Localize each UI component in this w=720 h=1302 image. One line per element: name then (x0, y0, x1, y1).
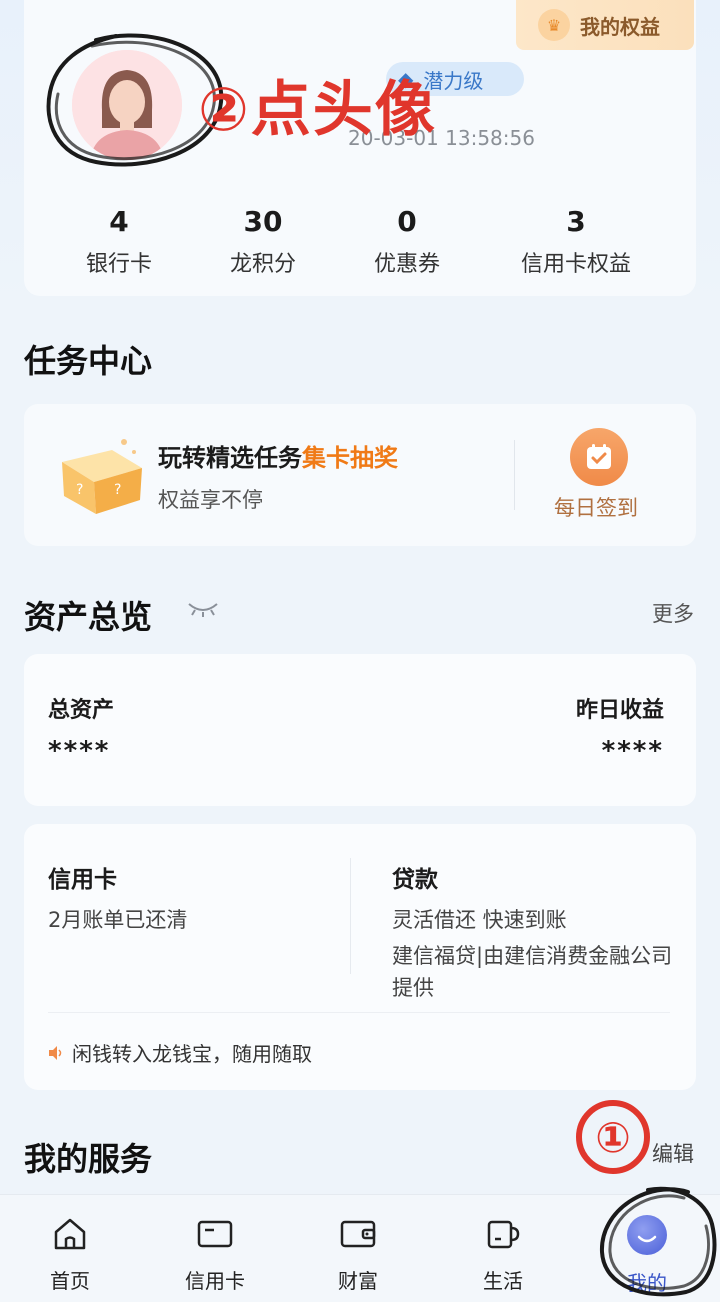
credit-card-title[interactable]: 信用卡 (48, 860, 117, 894)
annotation-tap-avatar: ②点头像 (198, 75, 437, 145)
nav-life-label: 生活 (483, 1269, 523, 1293)
home-icon (54, 1218, 86, 1250)
profile-stats: 4 银行卡 30 龙积分 0 优惠券 3 信用卡权益 (24, 202, 696, 292)
stat-label: 信用卡权益 (520, 252, 632, 277)
stat-coupons[interactable]: 0 优惠券 (374, 202, 440, 278)
total-assets-label: 总资产 (48, 698, 115, 723)
speaker-icon (49, 1045, 62, 1060)
calendar-check-icon[interactable] (570, 428, 628, 486)
task-card[interactable]: ? ? 玩转精选任务集卡抽奖 权益享不停 每日签到 (24, 404, 696, 546)
nav-home-label: 首页 (50, 1269, 90, 1293)
stat-value: 0 (397, 205, 417, 238)
credit-card-status: 2月账单已还清 (48, 908, 188, 932)
total-assets-value: **** (48, 736, 111, 766)
asset-summary-card[interactable]: 总资产 **** 昨日收益 **** (24, 654, 696, 806)
credit-card-icon (197, 1220, 233, 1248)
svg-text:?: ? (114, 482, 121, 498)
assets-more-link[interactable]: 更多 (652, 598, 694, 628)
task-title: 玩转精选任务集卡抽奖 (158, 438, 398, 473)
task-divider (514, 440, 515, 510)
annotation-step-1-text: ① (595, 1113, 631, 1162)
assets-title: 资产总览 (24, 598, 153, 636)
yesterday-earnings-label: 昨日收益 (575, 698, 664, 723)
stat-points[interactable]: 30 龙积分 (230, 202, 296, 278)
wallet-icon (340, 1220, 376, 1248)
gift-box-icon: ? ? (62, 439, 142, 514)
stat-credit-rights[interactable]: 3 信用卡权益 (521, 202, 631, 278)
my-rights-label: 我的权益 (580, 14, 660, 39)
loan-title[interactable]: 贷款 (392, 860, 438, 894)
stat-value: 30 (243, 205, 283, 238)
nav-credit-card[interactable]: 信用卡 (165, 1215, 265, 1294)
stat-label: 银行卡 (85, 252, 153, 277)
credit-loan-card: 信用卡 2月账单已还清 贷款 灵活借还 快速到账 建信福贷|由建信消费金融公司提… (24, 824, 696, 1090)
cup-icon (487, 1220, 520, 1249)
crown-icon: ♛ (538, 9, 570, 41)
task-center-title: 任务中心 (24, 342, 153, 380)
stat-value: 3 (566, 205, 586, 238)
notice-bar[interactable]: 闲钱转入龙钱宝，随用随取 (48, 1038, 312, 1067)
stat-bank-cards[interactable]: 4 银行卡 (86, 202, 152, 278)
stat-value: 4 (109, 205, 129, 238)
nav-wealth-label: 财富 (338, 1269, 378, 1293)
yesterday-earnings-value: **** (601, 736, 664, 766)
eye-closed-icon[interactable] (186, 600, 220, 618)
stat-label: 优惠券 (373, 252, 441, 277)
nav-life[interactable]: 生活 (453, 1215, 553, 1294)
nav-wealth[interactable]: 财富 (308, 1215, 408, 1294)
services-edit-link[interactable]: 编辑 (652, 1138, 694, 1168)
nav-home[interactable]: 首页 (20, 1215, 120, 1294)
credit-hline (48, 1012, 670, 1013)
credit-divider (350, 858, 351, 974)
annotation-step-1: ① (576, 1100, 650, 1174)
notice-text: 闲钱转入龙钱宝，随用随取 (72, 1042, 312, 1066)
nav-me-scribble-circle (599, 1186, 717, 1297)
loan-line-2: 建信福贷|由建信消费金融公司提供 (392, 944, 673, 1000)
task-title-highlight: 集卡抽奖 (302, 444, 398, 472)
loan-line-1: 灵活借还 快速到账 (392, 908, 567, 932)
daily-checkin-label[interactable]: 每日签到 (554, 492, 638, 522)
services-title: 我的服务 (24, 1140, 153, 1178)
nav-credit-card-label: 信用卡 (185, 1269, 245, 1293)
task-title-prefix: 玩转精选任务 (158, 444, 302, 472)
stat-label: 龙积分 (229, 252, 297, 277)
task-subtitle: 权益享不停 (158, 488, 263, 512)
my-rights-button[interactable]: ♛ 我的权益 (516, 0, 694, 50)
svg-text:?: ? (76, 482, 83, 498)
